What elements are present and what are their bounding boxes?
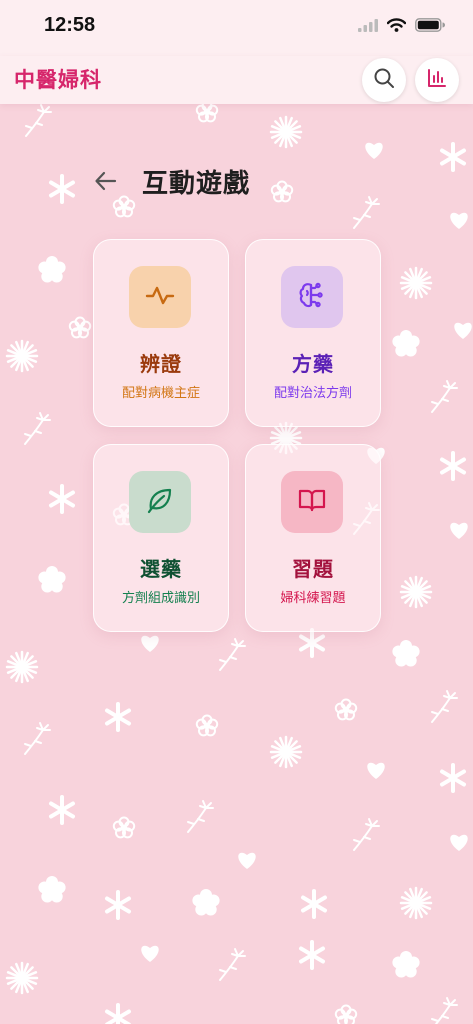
search-icon [373, 67, 395, 93]
floral-background-pattern [5, 100, 472, 1024]
card-title: 選藥 [140, 557, 182, 581]
card-title: 方藥 [292, 352, 334, 376]
status-time: 12:58 [44, 14, 96, 36]
game-card-xiti[interactable]: 習題 婦科練習題 [245, 444, 381, 632]
card-title: 習題 [292, 557, 334, 581]
card-title: 辨證 [140, 352, 182, 376]
card-subtitle: 配對治法方劑 [273, 386, 352, 401]
card-icon-box [129, 471, 191, 533]
card-subtitle: 方劑組成識別 [121, 591, 200, 606]
app-header: 中醫婦科 [0, 56, 473, 104]
leaf-icon [144, 484, 176, 520]
bar-chart-icon [426, 67, 448, 93]
status-icons [358, 17, 445, 36]
pulse-icon [144, 279, 176, 315]
page-title: 互動遊戲 [142, 169, 251, 199]
cellular-signal-icon [358, 17, 378, 36]
brain-icon [296, 279, 328, 315]
back-button[interactable] [92, 167, 120, 195]
wifi-icon [386, 17, 407, 36]
card-subtitle: 配對病機主症 [121, 386, 200, 401]
card-subtitle: 婦科練習題 [280, 591, 346, 606]
card-icon-box [129, 266, 191, 328]
search-button[interactable] [362, 58, 406, 102]
game-card-fangyao[interactable]: 方藥 配對治法方劑 [245, 239, 381, 427]
battery-icon [415, 17, 445, 36]
book-open-icon [296, 484, 328, 520]
card-icon-box [281, 266, 343, 328]
app-title: 中醫婦科 [14, 67, 102, 92]
game-card-bianzheng[interactable]: 辨證 配對病機主症 [93, 239, 229, 427]
arrow-left-icon [92, 171, 120, 199]
card-icon-box [281, 471, 343, 533]
game-card-xuanyao[interactable]: 選藥 方劑組成識別 [93, 444, 229, 632]
status-bar: 12:58 [0, 0, 473, 56]
stats-button[interactable] [415, 58, 459, 102]
